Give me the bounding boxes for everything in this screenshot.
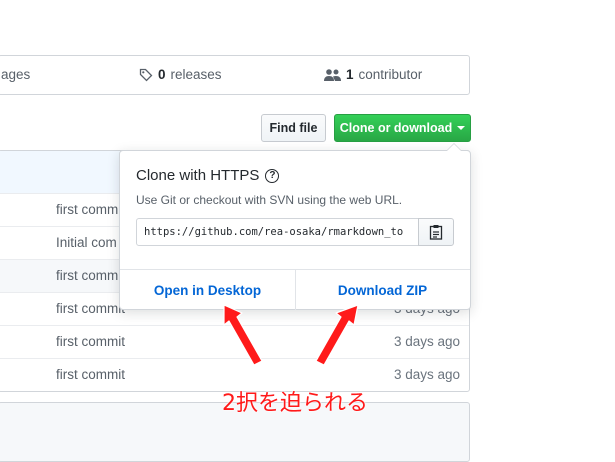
clone-title: Clone with HTTPS ? [136,167,280,184]
commit-message[interactable]: first commit [56,301,125,316]
people-icon [324,68,341,81]
clone-title-text: Clone with HTTPS [136,167,260,184]
arrow-right-icon [315,304,359,366]
contributors-label: contributor [358,67,423,82]
question-icon[interactable]: ? [265,168,280,183]
releases-count: 0 [158,67,166,82]
caret-down-icon [457,126,466,130]
contributors-count: 1 [346,67,354,82]
commit-message[interactable]: first commit [56,268,125,283]
annotation-arrows [223,304,359,366]
releases-label: releases [170,67,222,82]
clone-or-download-button[interactable]: Clone or download [334,114,471,142]
releases-summary[interactable]: 0 releases [139,67,222,82]
arrow-left-icon [223,304,263,366]
clone-url-group [136,218,454,246]
packages-summary[interactable]: ages [1,67,30,82]
commit-message[interactable]: first commit [56,367,125,382]
commit-message[interactable]: first commit [56,334,125,349]
contributors-summary[interactable]: 1 contributor [324,67,422,82]
clone-url-input[interactable] [136,218,419,246]
tag-icon [139,68,153,81]
find-file-label: Find file [269,121,318,135]
clone-or-download-label: Clone or download [339,121,453,135]
commit-message[interactable]: first commit [56,202,125,217]
clipboard-icon [429,225,443,240]
clone-dropdown: Clone with HTTPS ? Use Git or checkout w… [119,143,471,310]
annotation-text: 2択を迫られる [222,391,368,416]
find-file-button[interactable]: Find file [261,114,326,142]
repo-summary-bar: ages 0 releases 1 contributor [0,55,470,95]
commit-age: 3 days ago [393,367,460,382]
packages-label: ages [1,67,31,82]
commit-message[interactable]: Initial com [56,235,117,250]
clone-description: Use Git or checkout with SVN using the w… [136,193,403,207]
copy-url-button[interactable] [418,218,454,246]
commit-age: 3 days ago [393,334,460,349]
